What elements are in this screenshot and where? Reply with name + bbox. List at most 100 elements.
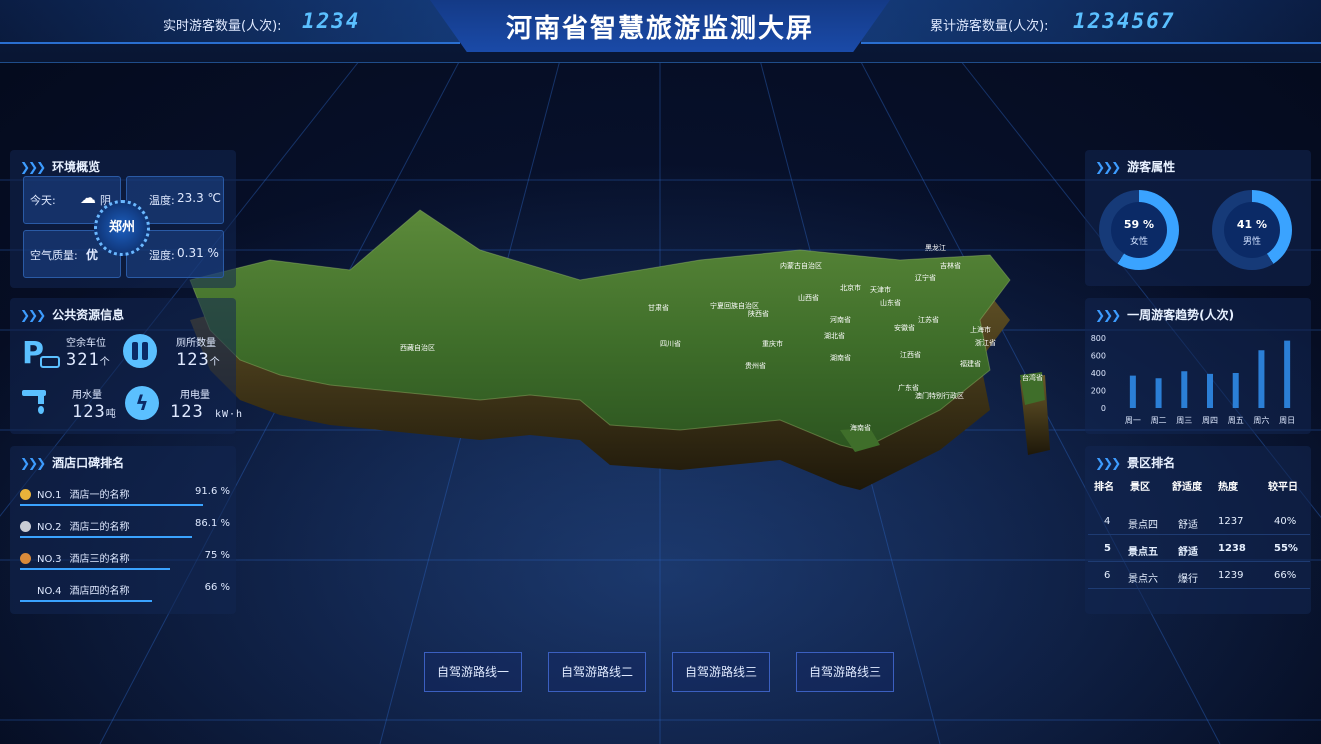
- hotel-rank: NO.1: [37, 490, 62, 501]
- route-button-2[interactable]: 自驾游路线二: [548, 652, 646, 692]
- scenic-cell: 景点五: [1128, 547, 1158, 558]
- hotel-name: 酒店三的名称: [69, 554, 130, 565]
- parking-unit: 个: [99, 357, 111, 368]
- total-visitors-label: 累计游客数量(人次):: [930, 19, 1049, 34]
- chevron-icon: ❯❯❯: [1095, 160, 1121, 174]
- hotel-name: 酒店四的名称: [69, 586, 130, 597]
- map-region-label: 福建省: [960, 359, 981, 368]
- tap-drop: [38, 406, 44, 414]
- x-tick-label: 周日: [1279, 416, 1295, 425]
- trend-bar[interactable]: [1284, 340, 1291, 408]
- trend-bar[interactable]: [1181, 371, 1188, 408]
- map-region-label: 宁夏回族自治区: [710, 301, 759, 310]
- scenic-cell: 景点四: [1128, 520, 1158, 531]
- male-label: 男性: [1242, 237, 1261, 247]
- cloud-icon: ☁: [80, 188, 96, 207]
- trend-title-wrap: ❯❯❯ 一周游客趋势(人次): [1095, 306, 1234, 323]
- route-button-1[interactable]: 自驾游路线一: [424, 652, 522, 692]
- resources-title-wrap: ❯❯❯ 公共资源信息: [20, 306, 124, 323]
- scenic-cell: 景点六: [1128, 574, 1158, 585]
- hotel-row[interactable]: NO.1 酒店一的名称 91.6 %: [20, 486, 230, 506]
- map-region-label: 台湾省: [1022, 373, 1043, 382]
- map-region-label: 山东省: [880, 298, 901, 307]
- trend-bar[interactable]: [1232, 373, 1239, 408]
- hotel-rank: NO.2: [37, 522, 62, 533]
- hotel-row[interactable]: NO.2 酒店二的名称 86.1 %: [20, 518, 230, 538]
- toilet-icon-woman: [142, 342, 148, 360]
- map-region-label: 山西省: [798, 293, 819, 302]
- y-tick-label: 800: [1091, 334, 1106, 343]
- hotel-score: 86.1 %: [195, 518, 230, 529]
- hotel-score-bar: [20, 536, 193, 538]
- scenic-header-rank: 排名: [1094, 482, 1114, 493]
- route-button-4[interactable]: 自驾游路线三: [796, 652, 894, 692]
- y-tick-label: 200: [1091, 387, 1106, 396]
- map-region-label: 广东省: [898, 383, 919, 392]
- scenic-cell: 1238: [1218, 543, 1246, 554]
- environment-title-wrap: ❯❯❯ 环境概览: [20, 158, 100, 175]
- scenic-row[interactable]: 5 景点五 舒适 1238 55%: [1088, 535, 1310, 562]
- car-icon: [40, 356, 60, 368]
- scenic-row[interactable]: 6 景点六 爆行 1239 66%: [1088, 562, 1310, 589]
- female-label: 女性: [1129, 237, 1148, 247]
- city-badge[interactable]: 郑州: [94, 200, 150, 256]
- female-ring-inner: 59 % 女性: [1111, 202, 1167, 258]
- map-region-label: 海南省: [850, 423, 871, 432]
- scenic-cell: 55%: [1274, 543, 1298, 554]
- map-region-label: 澳门特别行政区: [915, 391, 964, 400]
- male-pct: 41 %: [1236, 218, 1268, 231]
- map-region-label: 陕西省: [748, 309, 769, 318]
- power-label: 用电量: [180, 390, 210, 401]
- trend-title: 一周游客趋势(人次): [1127, 308, 1235, 322]
- female-pct: 59 %: [1123, 218, 1155, 231]
- toilet-unit: 个: [209, 357, 221, 368]
- parking-label: 空余车位: [66, 338, 106, 349]
- x-tick-label: 周四: [1202, 416, 1218, 425]
- map-region-label: 贵州省: [745, 361, 766, 370]
- page-title: 河南省智慧旅游监测大屏: [505, 14, 814, 44]
- map-region-label: 四川省: [660, 339, 681, 348]
- map-region-label: 内蒙古自治区: [780, 261, 822, 270]
- trend-bar[interactable]: [1258, 350, 1265, 408]
- toilet-icon: [123, 334, 157, 368]
- trend-bar[interactable]: [1155, 378, 1162, 408]
- power-value-wrap: 123 kW·h: [170, 402, 243, 422]
- hotel-row[interactable]: NO.4 酒店四的名称 66 %: [20, 582, 230, 602]
- map-region-label: 天津市: [870, 285, 891, 294]
- total-visitors-value: 1234567: [1073, 9, 1176, 33]
- water-tap-icon: [22, 388, 52, 416]
- hotel-row[interactable]: NO.3 酒店三的名称 75 %: [20, 550, 230, 570]
- route-button-3[interactable]: 自驾游路线三: [672, 652, 770, 692]
- x-tick-label: 周五: [1228, 416, 1244, 425]
- humidity-label: 湿度:: [149, 249, 175, 262]
- hotel-name: 酒店二的名称: [69, 522, 130, 533]
- temperature-label: 温度:: [149, 194, 175, 207]
- china-3d-map[interactable]: 黑龙江吉林省辽宁省 内蒙古自治区北京市 天津市山西省山东省 宁夏回族自治区 甘肃省陕西省…: [180, 200, 1060, 510]
- water-unit: 吨: [105, 409, 117, 420]
- trend-bar[interactable]: [1207, 373, 1213, 408]
- scenic-cell: 40%: [1274, 516, 1297, 527]
- hotel-score-bar: [20, 600, 152, 602]
- humidity-value: 0.31 %: [177, 246, 219, 260]
- map-region-label: 安徽省: [894, 323, 915, 332]
- chevron-icon: ❯❯❯: [1095, 308, 1121, 322]
- trend-bar[interactable]: [1129, 375, 1136, 408]
- realtime-visitors-label: 实时游客数量(人次):: [163, 19, 282, 34]
- map-region-label: 湖南省: [830, 353, 851, 362]
- hotel-score: 66 %: [204, 582, 230, 593]
- scenic-cell: 5: [1104, 543, 1111, 554]
- chevron-icon: ❯❯❯: [1095, 456, 1121, 470]
- medal-icon: [20, 521, 31, 532]
- hotel-name: 酒店一的名称: [69, 490, 130, 501]
- map-region-label: 上海市: [970, 325, 991, 334]
- chevron-icon: ❯❯❯: [20, 308, 46, 322]
- map-region-label: 甘肃省: [648, 303, 669, 312]
- medal-icon: [20, 553, 31, 564]
- x-tick-label: 周二: [1151, 416, 1167, 425]
- power-value: 123: [170, 402, 204, 422]
- chevron-icon: ❯❯❯: [20, 160, 46, 174]
- hotel-title: 酒店口碑排名: [52, 456, 125, 470]
- scenic-row[interactable]: 4 景点四 舒适 1237 40%: [1088, 508, 1310, 535]
- air-quality-value: 优: [86, 248, 99, 262]
- scenic-header-heat: 热度: [1218, 482, 1238, 493]
